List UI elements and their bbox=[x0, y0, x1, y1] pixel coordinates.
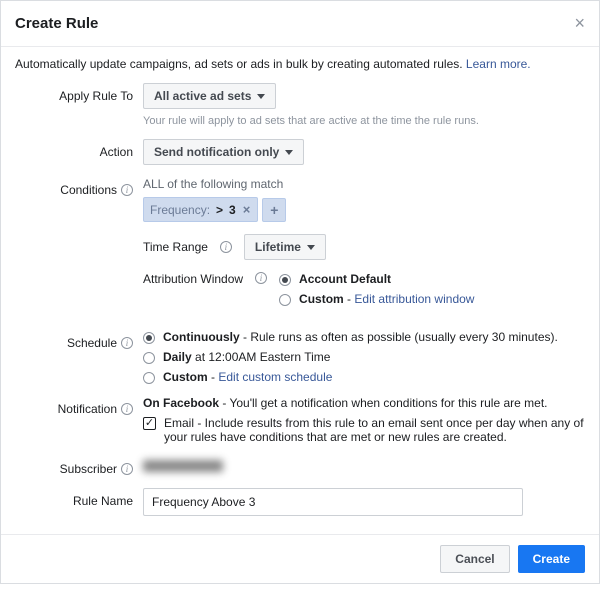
rule-name-label: Rule Name bbox=[15, 488, 143, 508]
attribution-custom-label: Custom bbox=[299, 292, 344, 306]
cancel-button[interactable]: Cancel bbox=[440, 545, 509, 573]
action-row: Action Send notification only bbox=[15, 139, 585, 165]
notification-label: Notification bbox=[58, 402, 117, 416]
modal-header: Create Rule × bbox=[1, 1, 599, 47]
condition-chip-value: 3 bbox=[229, 203, 236, 217]
create-button[interactable]: Create bbox=[518, 545, 585, 573]
schedule-continuously-option[interactable]: Continuously - Rule runs as often as pos… bbox=[143, 330, 585, 344]
time-range-row: Time Range i Lifetime bbox=[143, 234, 585, 260]
apply-rule-to-row: Apply Rule To All active ad sets Your ru… bbox=[15, 83, 585, 127]
remove-condition-icon[interactable]: × bbox=[242, 202, 252, 217]
subscriber-row: Subscriber i bbox=[15, 456, 585, 476]
condition-chip-operator: > bbox=[216, 203, 223, 217]
info-icon[interactable]: i bbox=[255, 272, 267, 284]
radio-unchecked-icon bbox=[143, 372, 155, 384]
action-value: Send notification only bbox=[154, 145, 279, 159]
schedule-daily-option[interactable]: Daily at 12:00AM Eastern Time bbox=[143, 350, 585, 364]
schedule-custom-label: Custom bbox=[163, 370, 208, 384]
info-icon[interactable]: i bbox=[121, 337, 133, 349]
modal-footer: Cancel Create bbox=[1, 534, 599, 583]
time-range-dropdown[interactable]: Lifetime bbox=[244, 234, 326, 260]
edit-custom-schedule-link[interactable]: Edit custom schedule bbox=[218, 370, 332, 384]
conditions-header: ALL of the following match bbox=[143, 177, 585, 191]
modal-title: Create Rule bbox=[15, 15, 98, 32]
schedule-daily-label: Daily bbox=[163, 350, 192, 364]
action-label: Action bbox=[15, 139, 143, 159]
radio-unchecked-icon bbox=[279, 294, 291, 306]
info-icon[interactable]: i bbox=[121, 463, 133, 475]
notification-facebook-text: On Facebook - You'll get a notification … bbox=[143, 396, 585, 410]
time-range-label: Time Range bbox=[143, 240, 208, 254]
attribution-default-option[interactable]: Account Default bbox=[279, 272, 474, 286]
conditions-row: Conditions i ALL of the following match … bbox=[15, 177, 585, 318]
rule-name-input[interactable] bbox=[143, 488, 523, 516]
attribution-window-row: Attribution Window i Account Default Cus… bbox=[143, 272, 585, 306]
apply-rule-to-hint: Your rule will apply to ad sets that are… bbox=[143, 115, 585, 127]
radio-unchecked-icon bbox=[143, 352, 155, 364]
edit-attribution-window-link[interactable]: Edit attribution window bbox=[354, 292, 474, 306]
add-condition-button[interactable]: + bbox=[262, 198, 286, 222]
schedule-label: Schedule bbox=[67, 336, 117, 350]
learn-more-link[interactable]: Learn more. bbox=[466, 57, 531, 71]
notification-row: Notification i On Facebook - You'll get … bbox=[15, 396, 585, 444]
condition-chip-label: Frequency: bbox=[150, 203, 210, 217]
close-icon[interactable]: × bbox=[574, 13, 585, 34]
chevron-down-icon bbox=[257, 94, 265, 99]
schedule-continuously-label: Continuously bbox=[163, 330, 240, 344]
time-range-value: Lifetime bbox=[255, 240, 301, 254]
radio-checked-icon bbox=[279, 274, 291, 286]
intro-description: Automatically update campaigns, ad sets … bbox=[15, 57, 466, 71]
info-icon[interactable]: i bbox=[220, 241, 232, 253]
chevron-down-icon bbox=[285, 150, 293, 155]
info-icon[interactable]: i bbox=[121, 403, 133, 415]
subscriber-label: Subscriber bbox=[60, 462, 117, 476]
notification-email-label: Email bbox=[164, 416, 194, 430]
apply-rule-to-label: Apply Rule To bbox=[15, 83, 143, 103]
info-icon[interactable]: i bbox=[121, 184, 133, 196]
create-rule-modal: Create Rule × Automatically update campa… bbox=[0, 0, 600, 584]
schedule-row: Schedule i Continuously - Rule runs as o… bbox=[15, 330, 585, 384]
condition-chip-frequency[interactable]: Frequency: > 3 × bbox=[143, 197, 258, 222]
attribution-window-label: Attribution Window bbox=[143, 272, 243, 286]
apply-rule-to-dropdown[interactable]: All active ad sets bbox=[143, 83, 276, 109]
attribution-custom-option[interactable]: Custom - Edit attribution window bbox=[279, 292, 474, 306]
modal-body: Automatically update campaigns, ad sets … bbox=[1, 47, 599, 534]
chevron-down-icon bbox=[307, 245, 315, 250]
conditions-label: Conditions bbox=[60, 183, 117, 197]
apply-rule-to-value: All active ad sets bbox=[154, 89, 251, 103]
radio-checked-icon bbox=[143, 332, 155, 344]
checkbox-checked-icon bbox=[143, 417, 156, 430]
intro-text: Automatically update campaigns, ad sets … bbox=[15, 57, 585, 71]
action-dropdown[interactable]: Send notification only bbox=[143, 139, 304, 165]
notification-email-option[interactable]: Email - Include results from this rule t… bbox=[143, 416, 585, 444]
attribution-default-label: Account Default bbox=[299, 272, 391, 286]
subscriber-value-redacted bbox=[143, 460, 223, 472]
rule-name-row: Rule Name bbox=[15, 488, 585, 516]
notification-facebook-label: On Facebook bbox=[143, 396, 219, 410]
schedule-custom-option[interactable]: Custom - Edit custom schedule bbox=[143, 370, 585, 384]
